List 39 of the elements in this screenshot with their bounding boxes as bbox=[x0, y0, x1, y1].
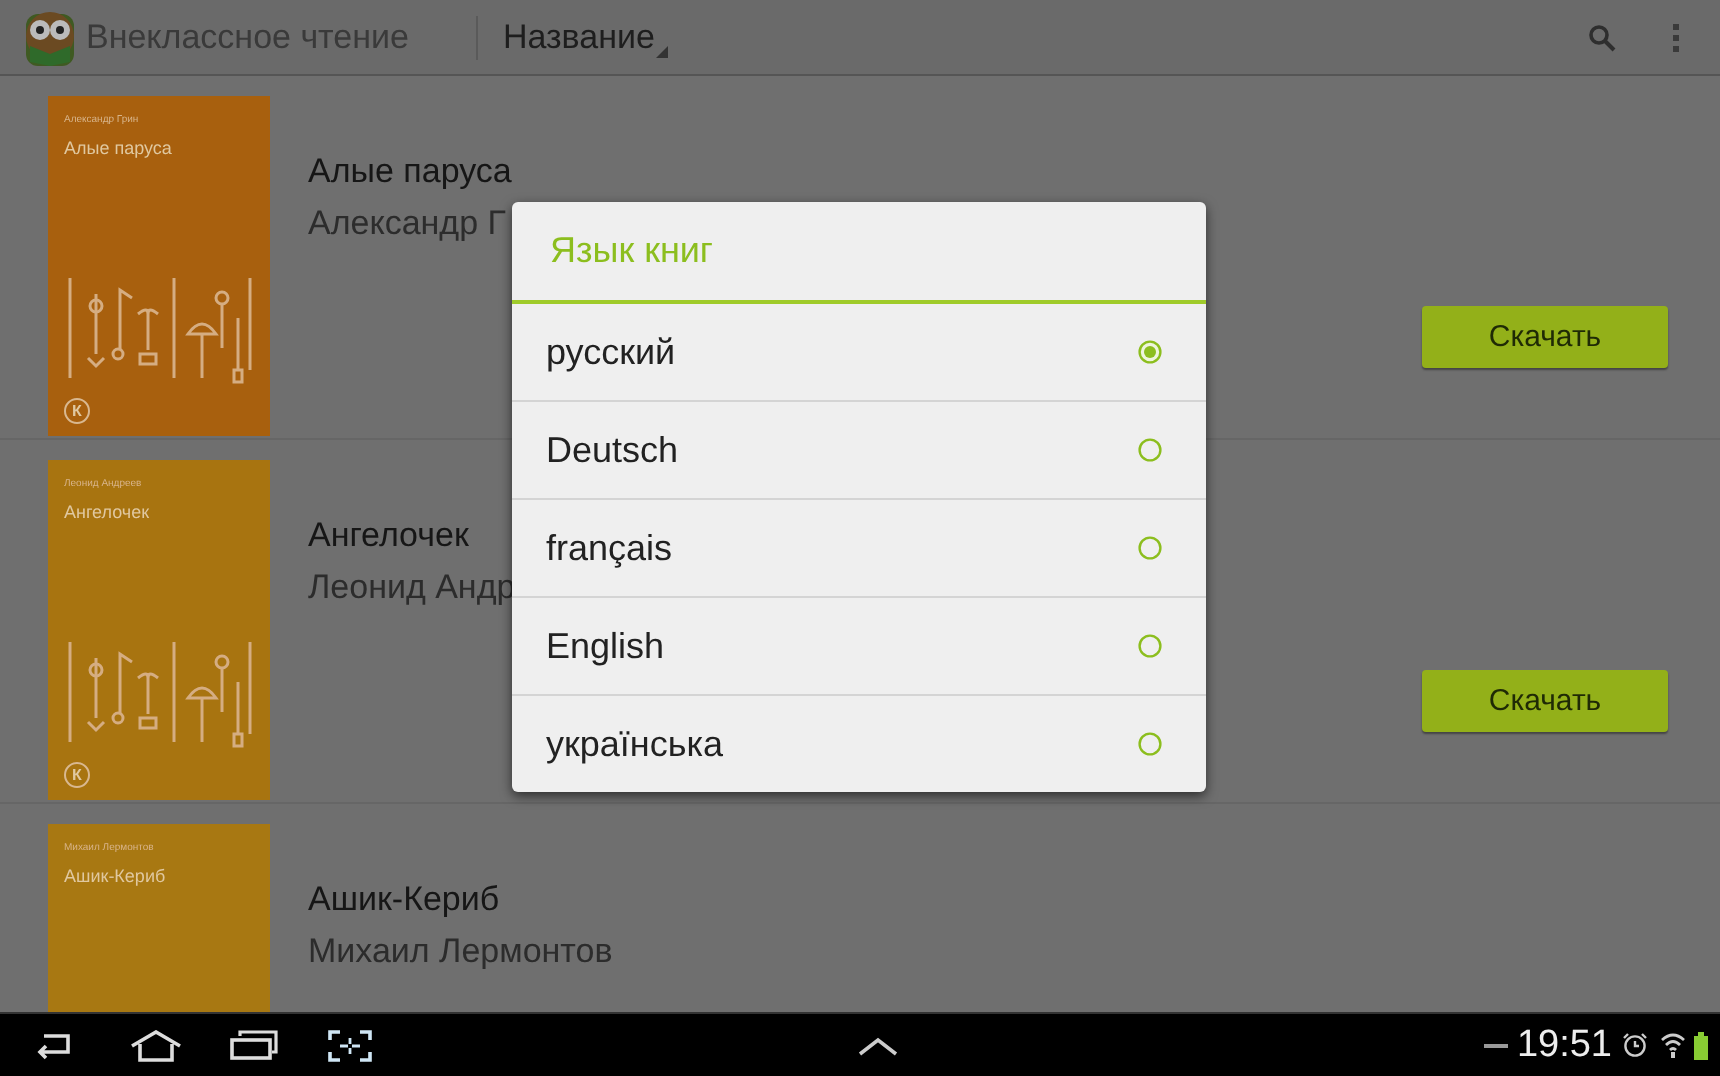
download-button[interactable]: Скачать bbox=[1422, 670, 1668, 732]
book-title: Алые паруса bbox=[308, 152, 512, 192]
cover-title: Ангелочек bbox=[64, 502, 152, 522]
clock-time: 19:51 bbox=[1516, 1023, 1612, 1067]
book-author: Александр Г bbox=[308, 204, 508, 244]
language-option[interactable]: українська bbox=[512, 694, 1206, 792]
cover-title: Ашик-Кериб bbox=[64, 866, 168, 886]
home-icon[interactable] bbox=[130, 1029, 182, 1061]
publisher-logo: К bbox=[64, 398, 90, 424]
language-option[interactable]: English bbox=[512, 596, 1206, 694]
search-icon[interactable] bbox=[1588, 23, 1616, 51]
radio-icon[interactable] bbox=[1138, 634, 1162, 658]
radio-icon[interactable] bbox=[1138, 438, 1162, 462]
radio-selected-icon[interactable] bbox=[1138, 340, 1162, 364]
language-option[interactable]: русский bbox=[512, 304, 1206, 400]
recent-apps-icon[interactable] bbox=[230, 1030, 278, 1060]
screenshot-icon[interactable] bbox=[328, 1029, 372, 1061]
owl-logo-icon bbox=[20, 7, 80, 67]
radio-icon[interactable] bbox=[1138, 536, 1162, 560]
publisher-logo: К bbox=[64, 762, 90, 788]
book-author: Леонид Андр bbox=[308, 568, 516, 608]
wifi-icon bbox=[1660, 1032, 1686, 1058]
book-title: Ангелочек bbox=[308, 516, 471, 556]
caret-icon bbox=[656, 45, 669, 57]
language-option[interactable]: Deutsch bbox=[512, 400, 1206, 498]
radio-icon[interactable] bbox=[1138, 732, 1162, 756]
battery-icon bbox=[1694, 1031, 1708, 1059]
alarm-clock-icon bbox=[1622, 1032, 1648, 1058]
chevron-up-icon[interactable] bbox=[858, 1035, 898, 1055]
back-icon[interactable] bbox=[34, 1031, 74, 1059]
minus-icon bbox=[1484, 1043, 1509, 1047]
language-option[interactable]: français bbox=[512, 498, 1206, 596]
download-button[interactable]: Скачать bbox=[1422, 306, 1668, 368]
book-author: Михаил Лермонтов bbox=[308, 932, 613, 972]
overflow-menu-icon[interactable] bbox=[1672, 23, 1680, 51]
cover-title: Алые паруса bbox=[64, 138, 174, 158]
sort-dropdown[interactable]: Название bbox=[502, 17, 669, 57]
dialog-title: Язык книг bbox=[512, 202, 1206, 304]
book-title: Ашик-Кериб bbox=[308, 880, 502, 920]
